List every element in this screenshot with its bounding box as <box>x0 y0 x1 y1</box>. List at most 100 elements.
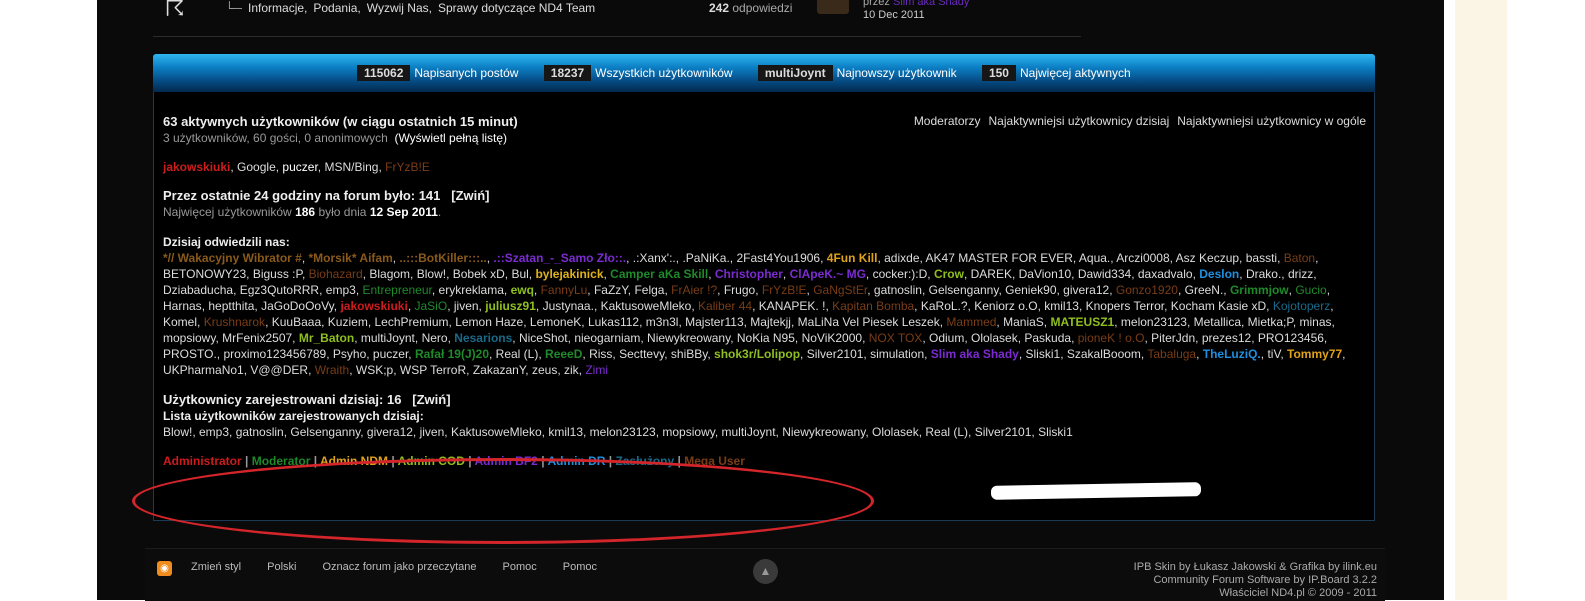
user-link[interactable]: Niewykreowany <box>647 331 730 345</box>
user-link[interactable]: FannyLu <box>541 283 588 297</box>
subforum-link[interactable]: Wyzwij Nas, <box>367 1 432 15</box>
user-link[interactable]: UKPharmaNo1 <box>163 363 244 377</box>
user-link[interactable]: AK47 MASTER FOR EVER <box>926 251 1073 265</box>
user-link[interactable]: gatnoslin <box>874 283 922 297</box>
user-link[interactable]: Nero <box>422 331 448 345</box>
user-link[interactable]: kmil13 <box>1044 299 1079 313</box>
user-link[interactable]: *// Wakacyjny Wibrator # <box>163 251 302 265</box>
user-link[interactable]: ReeeD <box>545 347 582 361</box>
user-link[interactable]: Gucio <box>1295 283 1326 297</box>
user-link[interactable]: NoViK2000 <box>802 331 863 345</box>
user-link[interactable]: bassti <box>1246 251 1277 265</box>
user-link[interactable]: puczer <box>373 347 408 361</box>
user-link[interactable]: Tabaluga <box>1147 347 1196 361</box>
user-link[interactable]: LechPremium <box>374 315 448 329</box>
scroll-top-icon[interactable]: ▲ <box>753 559 778 584</box>
user-link[interactable]: FaZzY <box>594 283 628 297</box>
change-style-link[interactable]: Zmień styl <box>191 561 241 573</box>
user-link[interactable]: Ololasek <box>971 331 1018 345</box>
user-link[interactable]: bylejakinick <box>535 267 603 281</box>
user-link[interactable]: MATEUSZ1 <box>1050 315 1114 329</box>
user-link[interactable]: jakowskiuki <box>163 160 230 174</box>
user-link[interactable]: Rafał 19(J)20 <box>415 347 489 361</box>
user-link[interactable]: 2Fast4You1906 <box>736 251 820 265</box>
user-link[interactable]: Justynaa. <box>543 299 594 313</box>
user-link[interactable]: shok3r/Lolipop <box>714 347 800 361</box>
full-list-link[interactable]: (Wyświetl pełną listę) <box>394 131 507 145</box>
user-link[interactable]: heptthita <box>208 299 254 313</box>
user-link[interactable]: Secttevy <box>619 347 664 361</box>
user-link[interactable]: Felga <box>634 283 664 297</box>
user-link[interactable]: MrFenix2507 <box>222 331 292 345</box>
rss-icon[interactable]: ◉ <box>157 561 172 576</box>
user-link[interactable]: WSK;p <box>356 363 393 377</box>
registered-toggle[interactable]: [Zwiń] <box>412 392 450 407</box>
user-link[interactable]: Biohazard <box>309 267 363 281</box>
user-link[interactable]: Geniek90 <box>1005 283 1056 297</box>
user-link[interactable]: Nesarions <box>454 331 512 345</box>
user-link[interactable]: V@@DER <box>250 363 308 377</box>
user-link[interactable]: *Morsik* Aifam <box>309 251 393 265</box>
user-link[interactable]: multiJoynt <box>361 331 415 345</box>
user-link[interactable]: melon23123 <box>1121 315 1187 329</box>
user-link[interactable]: Bul <box>511 267 528 281</box>
user-link[interactable]: Tommy77 <box>1287 347 1342 361</box>
user-link[interactable]: Drako. <box>1246 267 1281 281</box>
help-link-2[interactable]: Pomoc <box>563 561 597 573</box>
user-link[interactable]: FrYzB!E <box>762 283 807 297</box>
user-link[interactable]: .:Xanx':. <box>633 251 676 265</box>
user-link[interactable]: KaRoL.? <box>921 299 968 313</box>
user-link[interactable]: jakowskiuki <box>340 299 407 313</box>
user-link[interactable]: Kaliber 44 <box>698 299 752 313</box>
user-link[interactable]: juliusz91 <box>485 299 536 313</box>
mark-read-link[interactable]: Oznacz forum jako przeczytane <box>322 561 476 573</box>
user-link[interactable]: m3n3l <box>646 315 679 329</box>
user-link[interactable]: PiterJdn <box>1151 331 1195 345</box>
user-link[interactable]: Blow! <box>417 267 446 281</box>
user-link[interactable]: adixde <box>884 251 919 265</box>
user-link[interactable]: prezes12 <box>1202 331 1251 345</box>
user-link[interactable]: FrYzB!E <box>385 160 430 174</box>
user-link[interactable]: zeus <box>532 363 557 377</box>
user-link[interactable]: Silver2101 <box>807 347 864 361</box>
user-link[interactable]: Keniorz o.O <box>974 299 1037 313</box>
user-link[interactable]: cocker:):D <box>873 267 928 281</box>
user-link[interactable]: proximo123456789 <box>223 347 326 361</box>
user-link[interactable]: ..:::BotKiller:::.. <box>399 251 486 265</box>
user-link[interactable]: Paskuda <box>1024 331 1071 345</box>
user-link[interactable]: Sliski1 <box>1026 347 1061 361</box>
lastpost-avatar[interactable] <box>817 0 849 14</box>
user-link[interactable]: GreeN. <box>1185 283 1224 297</box>
user-link[interactable]: Odium <box>929 331 964 345</box>
user-link[interactable]: Zimi <box>585 363 608 377</box>
user-link[interactable]: ClApeK.~ MG <box>790 267 866 281</box>
user-link[interactable]: Knopers Terror <box>1086 299 1165 313</box>
user-link[interactable]: Arczi0008 <box>1116 251 1169 265</box>
user-link[interactable]: pioneK ! o.O <box>1078 331 1145 345</box>
user-link[interactable]: Krushnarok <box>204 315 265 329</box>
user-link[interactable]: MSN/Bing <box>324 160 378 174</box>
user-link[interactable]: Kojotoperz <box>1273 299 1330 313</box>
user-link[interactable]: Camper aKa Skill <box>610 267 708 281</box>
user-link[interactable]: Grimmjow <box>1230 283 1289 297</box>
user-link[interactable]: Aqua. <box>1079 251 1110 265</box>
user-link[interactable]: Gonzo1920 <box>1116 283 1178 297</box>
user-link[interactable]: Majster113 <box>685 315 743 329</box>
user-link[interactable]: NOX TOX <box>869 331 923 345</box>
user-link[interactable]: Christopher <box>715 267 783 281</box>
user-link[interactable]: Kocham Kasie xD <box>1171 299 1266 313</box>
user-link[interactable]: JaSiO <box>415 299 448 313</box>
lastpost-user[interactable]: Slim aka Shady <box>893 0 969 8</box>
stat-value[interactable]: multiJoynt <box>757 65 833 81</box>
user-link[interactable]: LemoneK <box>530 315 581 329</box>
user-link[interactable]: Komel <box>163 315 197 329</box>
user-link[interactable]: KANAPEK. ! <box>759 299 826 313</box>
user-link[interactable]: .::Szatan_-_Samo Zło::. <box>493 251 626 265</box>
user-link[interactable]: Biguss :P <box>253 267 302 281</box>
user-link[interactable]: Majtekjj <box>750 315 791 329</box>
user-link[interactable]: mopsiowy <box>163 331 215 345</box>
user-link[interactable]: Slim aka Shady <box>931 347 1019 361</box>
user-link[interactable]: nieogarniam <box>574 331 640 345</box>
user-link[interactable]: shiBBy <box>671 347 707 361</box>
user-link[interactable]: Bobek xD <box>453 267 505 281</box>
